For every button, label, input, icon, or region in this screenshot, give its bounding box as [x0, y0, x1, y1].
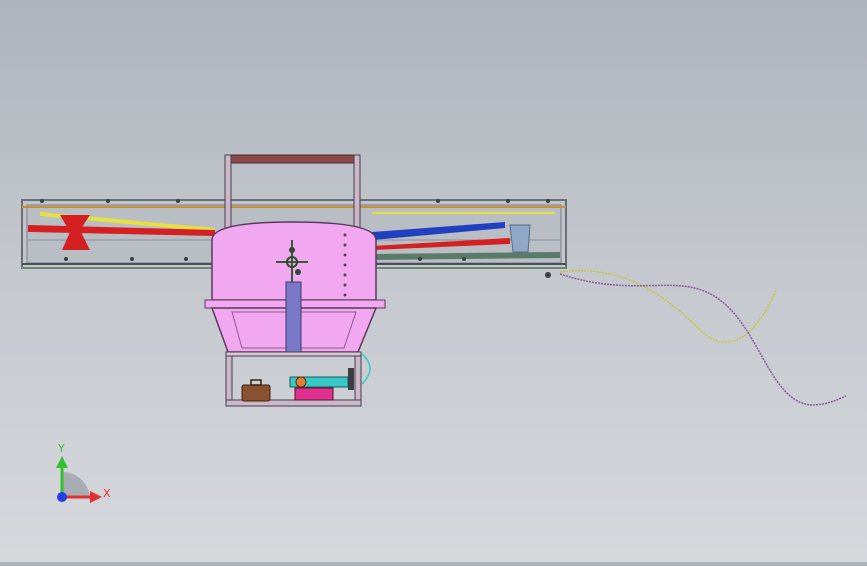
- carry-case[interactable]: [241, 379, 271, 402]
- cable-purple[interactable]: [559, 273, 847, 406]
- y-axis-label: Y: [57, 442, 65, 455]
- coordinate-triad[interactable]: Y X: [56, 442, 111, 503]
- pump-unit[interactable]: [289, 368, 354, 401]
- x-axis-label: X: [103, 487, 111, 500]
- gas-cylinder[interactable]: [285, 281, 302, 355]
- hose-loop: [361, 353, 371, 385]
- model-canvas[interactable]: Y X: [0, 0, 867, 562]
- y-axis-arrow-icon: [56, 456, 68, 468]
- end-bracket-right[interactable]: [509, 224, 531, 253]
- pump-motor-icon: [295, 376, 307, 388]
- graphics-viewport[interactable]: Y X: [0, 0, 867, 562]
- x-axis-arrow-icon: [90, 491, 102, 503]
- pump-base[interactable]: [294, 387, 334, 401]
- z-axis-dot: [57, 492, 67, 502]
- triad-arc: [62, 471, 90, 497]
